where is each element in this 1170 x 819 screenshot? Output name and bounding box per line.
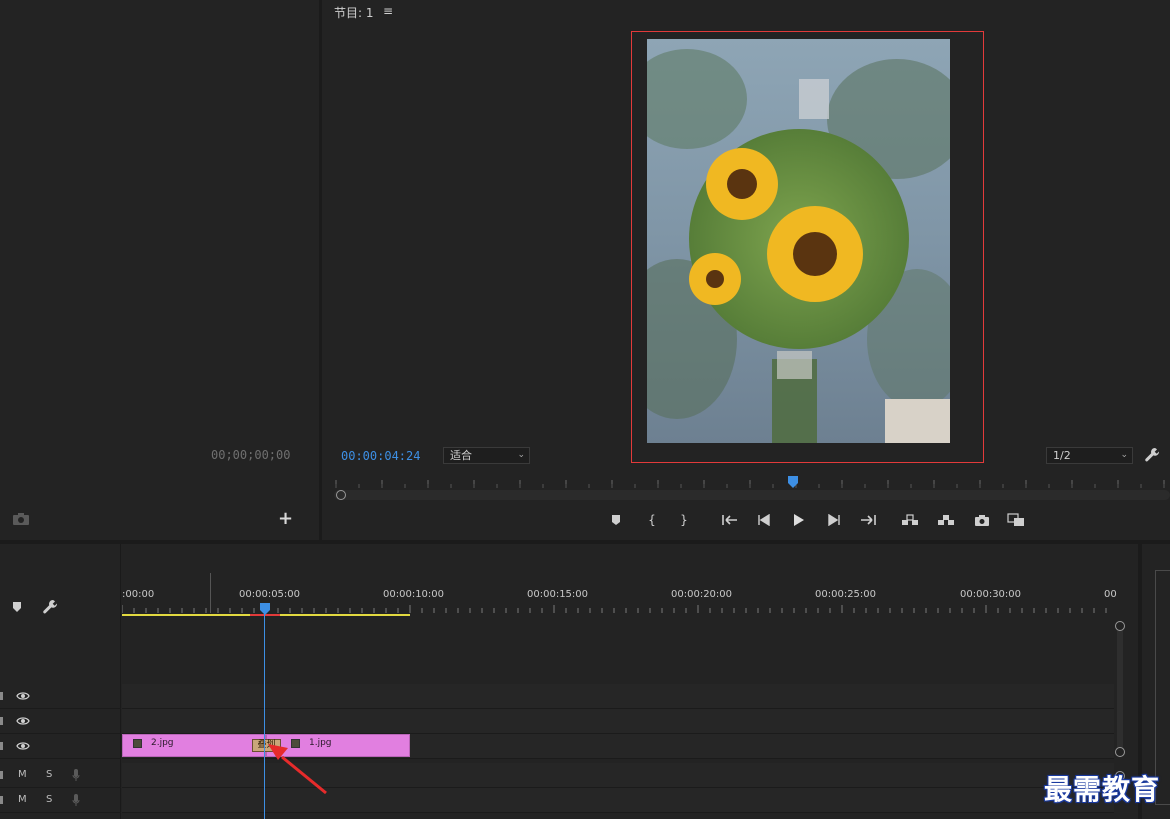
timeline-playhead[interactable] bbox=[259, 603, 271, 615]
program-timecode[interactable]: 00:00:04:24 bbox=[341, 449, 420, 463]
ruler-label: :00:00 bbox=[122, 589, 155, 600]
annotation-arrow bbox=[268, 744, 327, 795]
eye-icon[interactable] bbox=[16, 741, 30, 751]
ruler-label: 00:00:15:00 bbox=[527, 589, 589, 600]
monitor-time-ruler[interactable] bbox=[334, 476, 1170, 490]
solo-button[interactable]: S bbox=[46, 794, 52, 805]
timeline-vertical-scrollbar[interactable] bbox=[1117, 628, 1123, 748]
video-track-control bbox=[0, 709, 121, 734]
audio-track-control: M S bbox=[0, 788, 121, 813]
mute-button[interactable]: M bbox=[18, 769, 27, 780]
ruler-label: 00:00:30:00 bbox=[960, 589, 1022, 600]
track-lock-indicator[interactable] bbox=[0, 717, 3, 725]
ruler-label: 00:00:10:00 bbox=[383, 589, 445, 600]
lift-icon bbox=[902, 514, 918, 525]
microphone-icon[interactable] bbox=[72, 794, 80, 806]
mark-in-icon: { bbox=[648, 513, 656, 527]
marker-icon[interactable] bbox=[12, 602, 22, 612]
monitor-scroll-handle[interactable] bbox=[336, 490, 346, 500]
chevron-down-icon: ⌄ bbox=[1120, 450, 1128, 460]
go-to-out-icon bbox=[861, 515, 876, 525]
resolution-select[interactable]: 1/2 ⌄ bbox=[1046, 447, 1133, 464]
step-forward-icon bbox=[828, 514, 840, 526]
ruler-label: 00 bbox=[1104, 589, 1117, 600]
scroll-handle-bottom[interactable] bbox=[1115, 747, 1125, 757]
eye-icon[interactable] bbox=[16, 716, 30, 726]
camera-icon bbox=[975, 515, 989, 526]
program-monitor-title[interactable]: 节目: 1 bbox=[334, 4, 374, 21]
timeline-playhead-line[interactable] bbox=[264, 612, 265, 819]
ruler-label: 00:00:20:00 bbox=[671, 589, 733, 600]
compare-icon bbox=[1007, 513, 1024, 526]
mute-button[interactable]: M bbox=[18, 794, 27, 805]
mark-in-button[interactable]: { bbox=[642, 510, 662, 530]
track-lock-indicator[interactable] bbox=[0, 796, 3, 804]
marker-icon bbox=[612, 515, 620, 525]
resolution-select-value: 1/2 bbox=[1053, 449, 1071, 462]
video-track-row[interactable] bbox=[122, 709, 1114, 734]
track-lock-indicator[interactable] bbox=[0, 771, 3, 779]
ruler-label: 00:00:05:00 bbox=[239, 589, 301, 600]
video-track-control bbox=[0, 734, 121, 759]
go-to-out-button[interactable] bbox=[858, 510, 878, 530]
add-marker-button[interactable] bbox=[606, 510, 626, 530]
export-frame-button[interactable] bbox=[972, 510, 992, 530]
track-lock-indicator[interactable] bbox=[0, 692, 3, 700]
monitor-playhead[interactable] bbox=[787, 476, 799, 488]
play-button[interactable] bbox=[788, 510, 808, 530]
wrench-icon[interactable] bbox=[1144, 447, 1160, 463]
microphone-icon[interactable] bbox=[72, 769, 80, 781]
lift-button[interactable] bbox=[900, 510, 920, 530]
clip-label: 2.jpg bbox=[151, 738, 174, 748]
play-icon bbox=[794, 514, 804, 526]
clip-2-jpg[interactable]: 2.jpg bbox=[122, 734, 266, 757]
step-forward-button[interactable] bbox=[824, 510, 844, 530]
scroll-handle-top[interactable] bbox=[1115, 621, 1125, 631]
monitor-zoom-scrollbar[interactable] bbox=[334, 490, 1170, 500]
add-button[interactable]: + bbox=[278, 510, 293, 528]
compare-button[interactable] bbox=[1006, 510, 1026, 530]
fit-select-value: 适合 bbox=[450, 449, 472, 462]
camera-icon[interactable] bbox=[12, 512, 30, 526]
solo-button[interactable]: S bbox=[46, 769, 52, 780]
audio-track-control: M S bbox=[0, 763, 121, 788]
source-timecode[interactable]: 00;00;00;00 bbox=[211, 448, 290, 462]
step-back-icon bbox=[758, 514, 770, 526]
mark-out-icon: } bbox=[680, 513, 688, 527]
extract-button[interactable] bbox=[936, 510, 956, 530]
step-back-button[interactable] bbox=[754, 510, 774, 530]
video-track-row[interactable] bbox=[122, 684, 1114, 709]
watermark: 最需教育 bbox=[1044, 773, 1161, 806]
video-track-control bbox=[0, 684, 121, 709]
ruler-divider bbox=[210, 573, 211, 613]
go-to-in-icon bbox=[722, 515, 737, 525]
wrench-icon[interactable] bbox=[42, 599, 58, 615]
fit-select[interactable]: 适合 ⌄ bbox=[443, 447, 530, 464]
hamburger-menu-icon[interactable]: ≡ bbox=[383, 4, 393, 18]
image-icon bbox=[133, 739, 142, 748]
extract-icon bbox=[938, 515, 954, 525]
eye-icon[interactable] bbox=[16, 691, 30, 701]
track-lock-indicator[interactable] bbox=[0, 742, 3, 750]
preview-image bbox=[647, 39, 950, 443]
go-to-in-button[interactable] bbox=[720, 510, 740, 530]
mark-out-button[interactable]: } bbox=[674, 510, 694, 530]
ruler-label: 00:00:25:00 bbox=[815, 589, 877, 600]
chevron-down-icon: ⌄ bbox=[517, 450, 525, 460]
